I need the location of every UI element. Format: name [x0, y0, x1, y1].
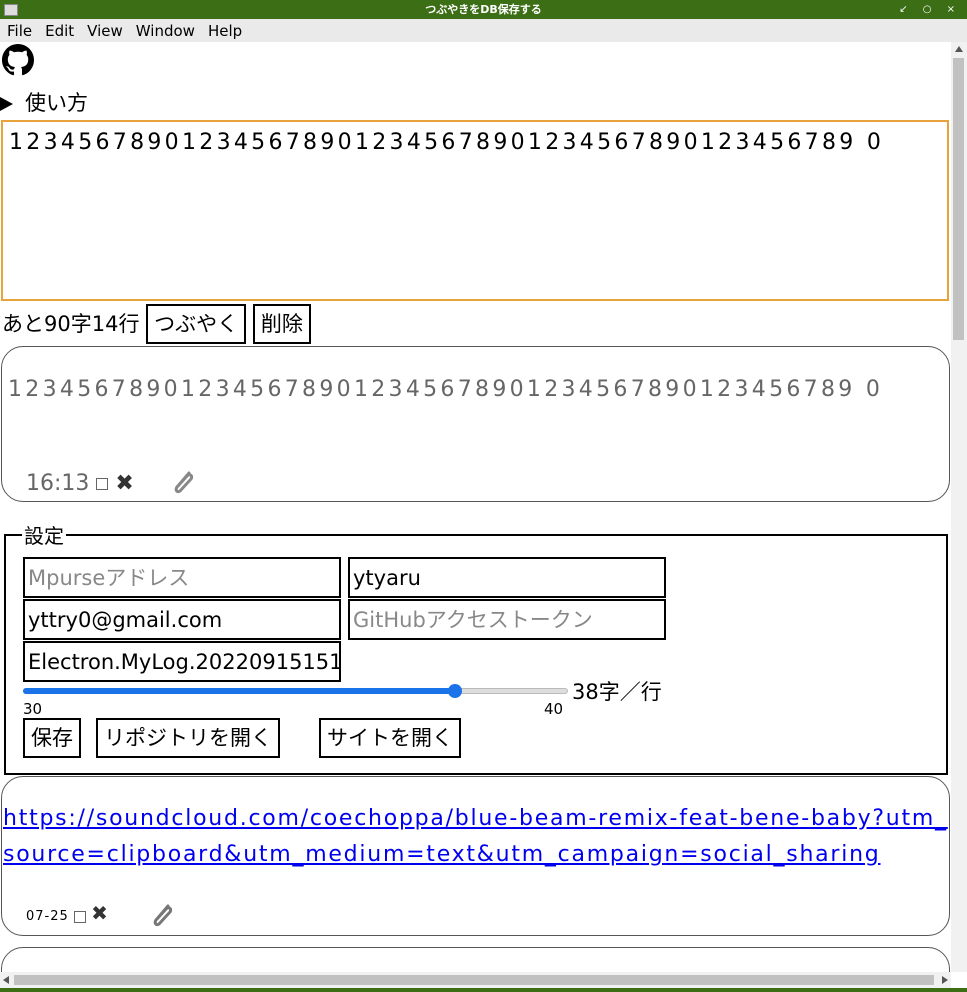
scroll-right-arrow-icon[interactable]: [942, 976, 948, 984]
delete-button[interactable]: 削除: [252, 304, 311, 344]
clipboard-pin-icon[interactable]: [169, 470, 195, 498]
post-textarea[interactable]: 1234567890123456789012345678901234567890…: [1, 120, 949, 301]
scroll-left-arrow-icon[interactable]: [3, 976, 9, 984]
remaining-count: あと90字14行: [2, 312, 140, 336]
menu-file[interactable]: File: [0, 19, 38, 42]
clipboard-pin-icon[interactable]: [148, 903, 174, 931]
mpurse-address-input[interactable]: Mpurseアドレス: [23, 557, 341, 598]
composer-toolbar: あと90字14行 つぶやく 削除: [2, 304, 311, 346]
slider-min-label: 30: [23, 700, 43, 718]
post-meta: 07-25 ✖: [26, 901, 174, 931]
menu-edit[interactable]: Edit: [38, 19, 80, 42]
settings-legend: 設定: [24, 524, 64, 548]
window-title: つぶやきをDB保存する: [425, 3, 542, 16]
save-button[interactable]: 保存: [23, 718, 81, 758]
window-bottom-border: [0, 988, 967, 992]
horizontal-scroll-thumb[interactable]: [14, 975, 934, 985]
disclosure-triangle-icon: [0, 97, 13, 111]
delete-post-icon[interactable]: ✖: [115, 471, 133, 496]
post-checkbox[interactable]: [73, 910, 86, 923]
repo-name-input[interactable]: Electron.MyLog.20220915151: [23, 641, 341, 682]
post-link[interactable]: https://soundcloud.com/coechoppa/blue-be…: [3, 801, 948, 873]
slider-max-label: 40: [544, 700, 564, 718]
howto-toggle[interactable]: 使い方: [0, 89, 88, 117]
menu-window[interactable]: Window: [129, 19, 201, 42]
post-button[interactable]: つぶやく: [146, 304, 247, 344]
delete-post-icon[interactable]: ✖: [91, 901, 109, 925]
email-input[interactable]: yttry0@gmail.com: [23, 599, 341, 640]
open-site-button[interactable]: サイトを開く: [319, 718, 461, 758]
menu-help[interactable]: Help: [201, 19, 248, 42]
github-icon[interactable]: [2, 44, 34, 76]
vertical-scrollbar[interactable]: [951, 42, 967, 972]
post-meta: 16:13 ✖: [26, 470, 195, 498]
slider-knob[interactable]: [447, 684, 462, 698]
open-repo-button[interactable]: リポジトリを開く: [96, 718, 280, 758]
post-text: 1234567890123456789012345678901234567890…: [8, 377, 884, 402]
scroll-up-arrow-icon[interactable]: [955, 46, 963, 52]
chars-per-line-slider[interactable]: [23, 683, 568, 699]
post-checkbox[interactable]: [96, 478, 109, 490]
horizontal-scrollbar[interactable]: [0, 972, 951, 988]
menu-bar: File Edit View Window Help: [0, 19, 967, 42]
main-content: 使い方 123456789012345678901234567890123456…: [0, 42, 951, 972]
app-icon: [4, 4, 18, 16]
window-controls[interactable]: ↙ ○ ×: [899, 0, 961, 19]
vertical-scroll-thumb[interactable]: [953, 58, 964, 340]
post-card: https://soundcloud.com/coechoppa/blue-be…: [1, 776, 950, 936]
menu-view[interactable]: View: [80, 19, 129, 42]
github-username-input[interactable]: ytyaru: [348, 557, 666, 598]
post-card: 1234567890123456789012345678901234567890…: [1, 346, 950, 502]
post-time: 07-25: [26, 909, 69, 924]
window-titlebar: つぶやきをDB保存する ↙ ○ ×: [0, 0, 967, 19]
slider-value-label: 38字／行: [572, 680, 662, 704]
howto-label: 使い方: [25, 91, 88, 115]
post-time: 16:13: [26, 471, 90, 496]
slider-fill: [23, 688, 455, 694]
github-token-input[interactable]: GitHubアクセストークン: [348, 599, 666, 640]
post-card: [1, 947, 950, 972]
